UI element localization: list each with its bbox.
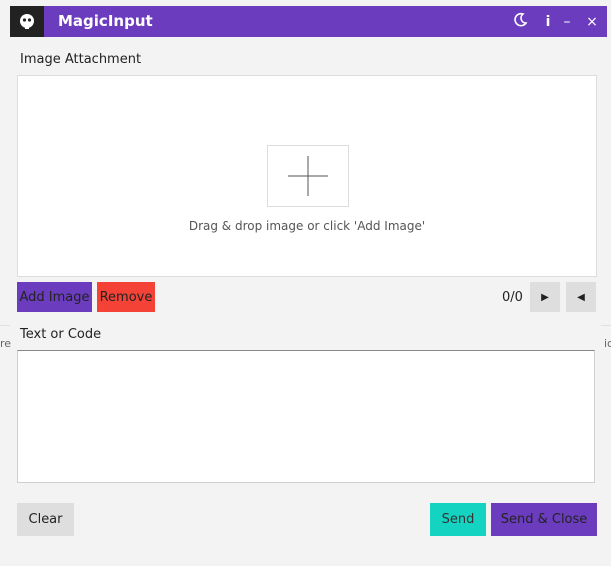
text-code-input[interactable]: [17, 350, 595, 483]
close-button[interactable]: ×: [580, 6, 604, 37]
back-icon: ◀: [577, 291, 585, 303]
drop-hint: Drag & drop image or click 'Add Image': [188, 219, 426, 233]
app-title: MagicInput: [58, 12, 153, 30]
send-button[interactable]: Send: [430, 503, 486, 536]
left-edge-text: re: [0, 337, 12, 350]
close-icon: ×: [586, 13, 598, 30]
add-image-placeholder[interactable]: [267, 145, 349, 207]
title-bar: MagicInput i – ×: [10, 6, 607, 37]
play-icon: ▶: [541, 291, 549, 303]
text-or-code-label: Text or Code: [20, 327, 102, 342]
left-divider: [0, 325, 10, 326]
info-icon: i: [545, 13, 551, 30]
add-image-button[interactable]: Add Image: [17, 282, 92, 312]
send-and-close-button[interactable]: Send & Close: [491, 503, 597, 536]
right-divider: [601, 325, 611, 326]
prev-image-button[interactable]: ◀: [566, 282, 596, 312]
image-dropzone[interactable]: Drag & drop image or click 'Add Image': [17, 75, 597, 277]
plus-icon: [268, 156, 348, 210]
image-attachment-label: Image Attachment: [20, 52, 142, 67]
theme-toggle-button[interactable]: [508, 6, 532, 37]
remove-button[interactable]: Remove: [97, 282, 155, 312]
app-icon: [10, 6, 44, 37]
image-counter: 0/0: [502, 290, 523, 305]
moon-icon: [512, 12, 528, 32]
minimize-button[interactable]: –: [555, 6, 579, 37]
minimize-icon: –: [563, 13, 571, 30]
right-edge-text: ic: [604, 337, 611, 350]
next-image-button[interactable]: ▶: [530, 282, 560, 312]
clear-button[interactable]: Clear: [17, 503, 74, 536]
